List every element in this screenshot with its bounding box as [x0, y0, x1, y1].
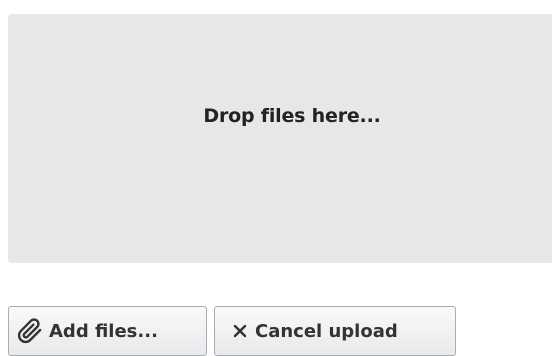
drop-zone[interactable]: Drop files here... [8, 14, 552, 263]
add-files-button[interactable]: Add files... [8, 306, 207, 356]
upload-toolbar: Add files... Cancel upload [8, 306, 456, 356]
drop-zone-text: Drop files here... [203, 104, 381, 127]
cancel-upload-label: Cancel upload [255, 320, 398, 342]
add-files-label: Add files... [49, 320, 158, 342]
paperclip-icon [17, 318, 43, 344]
cancel-upload-button[interactable]: Cancel upload [214, 306, 456, 356]
file-upload-widget: Drop files here... Add files... Cancel u… [0, 0, 552, 356]
close-icon [233, 324, 247, 338]
